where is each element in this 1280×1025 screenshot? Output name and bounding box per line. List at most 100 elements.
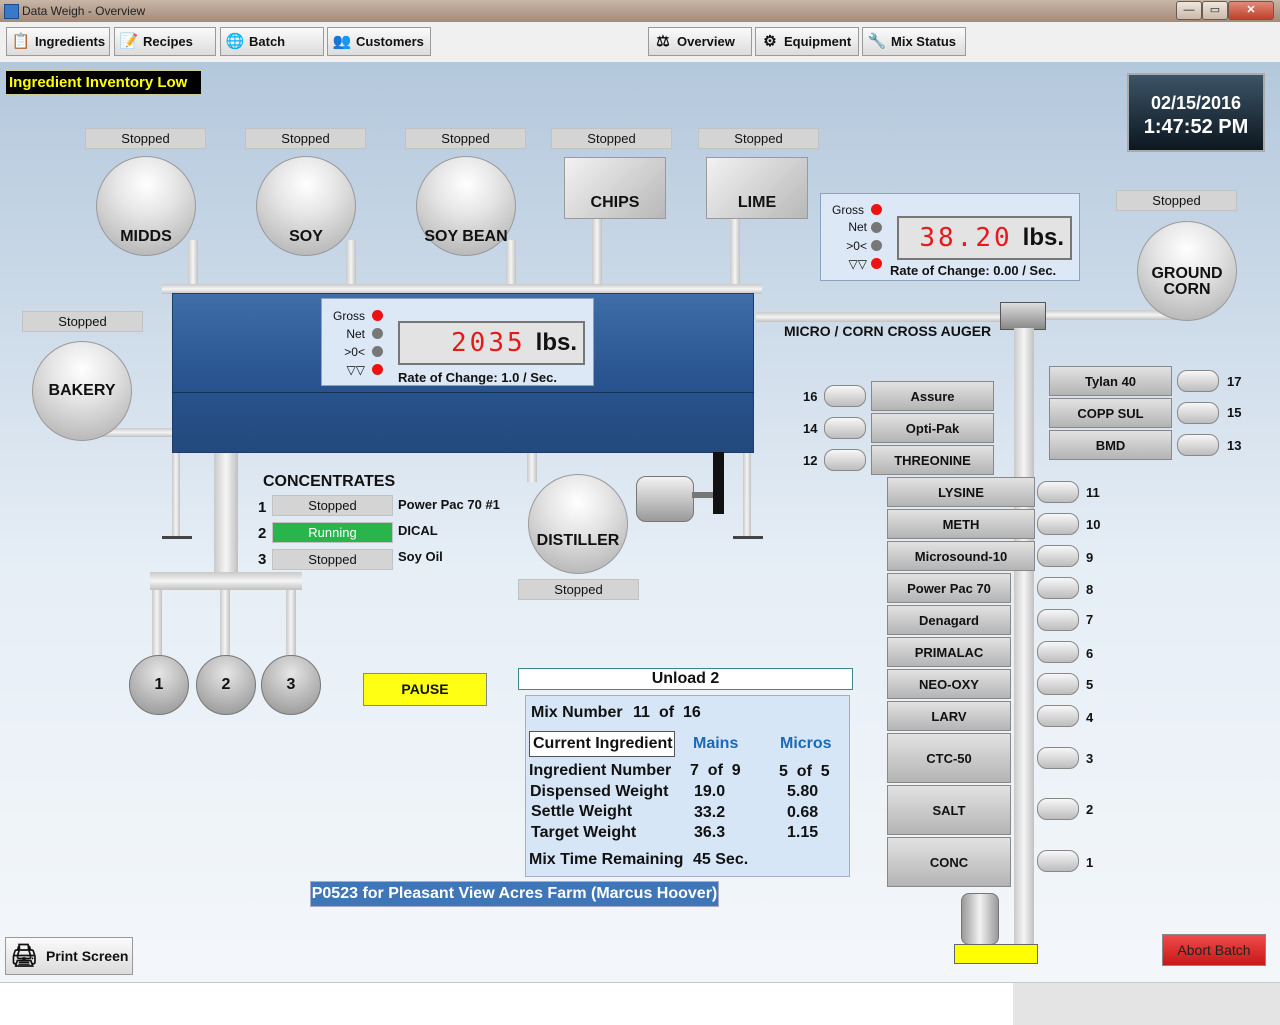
order-label: P0523 for Pleasant View Acres Farm (Marc… bbox=[310, 881, 719, 907]
micro-17-bin[interactable]: Tylan 40 bbox=[1049, 366, 1172, 396]
lime-status: Stopped bbox=[698, 128, 819, 149]
micro-8-feeder bbox=[1037, 577, 1079, 599]
cross-auger-label: MICRO / CORN CROSS AUGER bbox=[784, 323, 992, 339]
hopper-1[interactable]: 1 bbox=[129, 655, 189, 715]
conc-3-status[interactable]: Stopped bbox=[272, 549, 393, 570]
mix-status-button[interactable]: 🔧 Mix Status bbox=[862, 27, 966, 56]
soy-bean-bin[interactable]: SOY BEAN bbox=[416, 156, 516, 256]
micro-16-feeder bbox=[824, 385, 866, 407]
micro-11-bin[interactable]: LYSINE bbox=[887, 477, 1035, 507]
target-weight-micros: 1.15 bbox=[787, 824, 819, 841]
equipment-button[interactable]: ⚙ Equipment bbox=[755, 27, 859, 56]
micro-7-bin[interactable]: Denagard bbox=[887, 605, 1011, 635]
micro-zero-label: >0< bbox=[846, 239, 867, 253]
title-bar: Data Weigh - Overview — ▭ ✕ bbox=[0, 0, 1280, 22]
motor-belt bbox=[713, 452, 724, 514]
micro-15-bin[interactable]: COPP SUL bbox=[1049, 398, 1172, 428]
micro-13-bin[interactable]: BMD bbox=[1049, 430, 1172, 460]
conc-1-status[interactable]: Stopped bbox=[272, 495, 393, 516]
main-gross-indicator bbox=[372, 310, 383, 321]
micro-5-bin[interactable]: NEO-OXY bbox=[887, 669, 1011, 699]
app-icon bbox=[4, 4, 19, 19]
conc-3-number: 3 bbox=[258, 551, 267, 568]
overview-icon: ⚖ bbox=[656, 32, 670, 50]
micro-5-feeder bbox=[1037, 673, 1079, 695]
main-motion-label: ▽▽ bbox=[346, 363, 365, 377]
midds-bin[interactable]: MIDDS bbox=[96, 156, 196, 256]
ingredients-label: Ingredients bbox=[35, 34, 106, 49]
batch-label: Batch bbox=[249, 34, 286, 49]
mixer-motor bbox=[636, 476, 694, 522]
status-bar bbox=[0, 982, 1013, 1025]
hopper-3[interactable]: 3 bbox=[261, 655, 321, 715]
soy-bin[interactable]: SOY bbox=[256, 156, 356, 256]
conc-2-status[interactable]: Running bbox=[272, 522, 393, 543]
main-weight-readout: 2035 lbs. bbox=[398, 321, 585, 365]
ground-corn-bin[interactable]: GROUND CORN bbox=[1137, 221, 1237, 321]
micro-weight-readout: 38.20 lbs. bbox=[897, 216, 1072, 260]
mix-status-label: Mix Status bbox=[891, 34, 957, 49]
distiller-bin[interactable]: DISTILLER bbox=[528, 474, 628, 574]
micro-14-bin[interactable]: Opti-Pak bbox=[871, 413, 994, 443]
hopper-2[interactable]: 2 bbox=[196, 655, 256, 715]
close-window-button[interactable]: ✕ bbox=[1228, 1, 1274, 20]
micro-4-bin[interactable]: LARV bbox=[887, 701, 1011, 731]
print-screen-button[interactable]: 🖨 Print Screen bbox=[5, 937, 133, 975]
micro-1-bin[interactable]: CONC bbox=[887, 837, 1011, 887]
micro-3-bin[interactable]: CTC-50 bbox=[887, 733, 1011, 783]
micro-2-bin[interactable]: SALT bbox=[887, 785, 1011, 835]
main-motion-indicator bbox=[372, 364, 383, 375]
recipes-button[interactable]: 📝 Recipes bbox=[114, 27, 216, 56]
batch-button[interactable]: 🌐 Batch bbox=[220, 27, 324, 56]
micro-9-bin[interactable]: Microsound-10 bbox=[887, 541, 1035, 571]
soy-pipe bbox=[346, 240, 356, 286]
dispensed-weight-micros: 5.80 bbox=[787, 783, 819, 800]
concentrates-title: CONCENTRATES bbox=[263, 473, 396, 490]
chips-bin[interactable]: CHIPS bbox=[564, 157, 666, 219]
maximize-button[interactable]: ▭ bbox=[1202, 1, 1228, 20]
micro-13-number: 13 bbox=[1227, 438, 1242, 453]
status-bar-right bbox=[1013, 982, 1280, 1025]
micro-motion-label: ▽▽ bbox=[848, 257, 867, 271]
abort-batch-button[interactable]: Abort Batch bbox=[1162, 934, 1266, 966]
lime-bin[interactable]: LIME bbox=[706, 157, 808, 219]
auger-gate[interactable] bbox=[1000, 302, 1046, 330]
micro-14-number: 14 bbox=[803, 421, 818, 436]
time-text: 1:47:52 PM bbox=[1143, 116, 1249, 138]
conc-3-name: Soy Oil bbox=[398, 549, 443, 564]
bakery-bin[interactable]: BAKERY bbox=[32, 341, 132, 441]
pause-button[interactable]: PAUSE bbox=[363, 673, 487, 706]
minimize-button[interactable]: — bbox=[1176, 1, 1202, 20]
main-weight-unit: lbs. bbox=[535, 329, 577, 356]
micro-16-bin[interactable]: Assure bbox=[871, 381, 994, 411]
mixer-divider bbox=[172, 392, 754, 393]
unload-label: Unload 2 bbox=[518, 668, 853, 690]
micro-11-number: 11 bbox=[1086, 485, 1100, 500]
conc-1-number: 1 bbox=[258, 499, 267, 516]
main-zero-indicator bbox=[372, 346, 383, 357]
conc-1-name: Power Pac 70 #1 bbox=[398, 497, 500, 512]
micro-9-feeder bbox=[1037, 545, 1079, 567]
datetime-display: 02/15/2016 1:47:52 PM bbox=[1127, 73, 1265, 152]
dispensed-weight-label: Dispensed Weight bbox=[530, 783, 669, 800]
micro-12-bin[interactable]: THREONINE bbox=[871, 445, 994, 475]
micro-4-number: 4 bbox=[1086, 710, 1094, 725]
overview-button[interactable]: ⚖ Overview bbox=[648, 27, 752, 56]
ingredients-button[interactable]: 📋 Ingredients bbox=[6, 27, 110, 56]
settle-weight-micros: 0.68 bbox=[787, 804, 819, 821]
micro-10-bin[interactable]: METH bbox=[887, 509, 1035, 539]
micro-net-label: Net bbox=[848, 220, 867, 234]
equipment-label: Equipment bbox=[784, 34, 852, 49]
mix-number-of: of bbox=[659, 704, 675, 721]
micro-discharge-motor bbox=[961, 893, 999, 945]
ingredient-number-micros: 5 of 5 bbox=[779, 763, 830, 780]
motor-shaft bbox=[692, 492, 714, 498]
micro-2-number: 2 bbox=[1086, 802, 1094, 817]
micro-6-bin[interactable]: PRIMALAC bbox=[887, 637, 1011, 667]
main-net-label: Net bbox=[346, 327, 365, 341]
customers-button[interactable]: 👥 Customers bbox=[327, 27, 431, 56]
micro-13-feeder bbox=[1177, 434, 1219, 456]
micro-8-bin[interactable]: Power Pac 70 bbox=[887, 573, 1011, 603]
micro-zero-indicator bbox=[871, 240, 882, 251]
target-weight-mains: 36.3 bbox=[694, 824, 726, 841]
